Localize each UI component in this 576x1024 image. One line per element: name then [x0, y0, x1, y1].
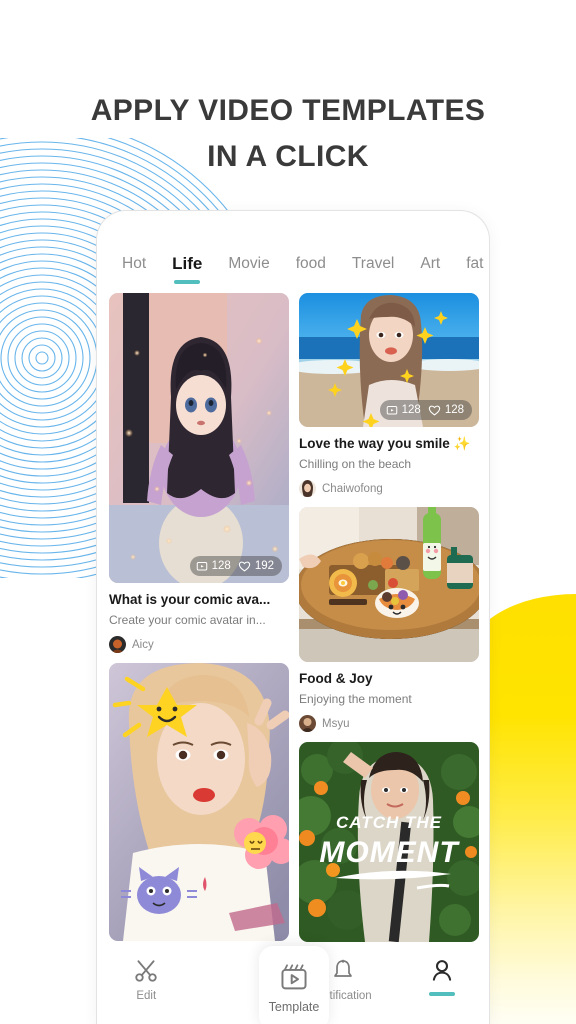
tab-fashion[interactable]: fat [453, 253, 489, 275]
feed-card-food[interactable]: Food & Joy Enjoying the moment Msyu [299, 507, 479, 732]
nav-label: Edit [136, 990, 157, 1002]
card-author[interactable]: Aicy [109, 636, 289, 653]
play-count-value: 128 [401, 404, 421, 416]
feed-card-comic-avatar[interactable]: 128 192 What is your comic ava... Create… [109, 293, 289, 653]
screenshot-root: APPLY VIDEO TEMPLATES IN A CLICK Hot Lif… [0, 0, 576, 1024]
page-title: APPLY VIDEO TEMPLATES IN A CLICK [0, 88, 576, 180]
card-thumbnail[interactable]: CATCH THE MOMENT [299, 742, 479, 942]
clapperboard-icon [281, 963, 307, 989]
card-author[interactable]: Msyu [299, 715, 479, 732]
like-count-value: 128 [444, 404, 464, 416]
like-count-value: 192 [254, 560, 274, 572]
nav-label: Template [268, 999, 320, 1014]
card-thumbnail[interactable]: 128 192 [109, 293, 289, 583]
svg-text:CATCH THE: CATCH THE [336, 813, 442, 832]
tab-label: Movie [228, 255, 270, 272]
svg-text:MOMENT: MOMENT [319, 836, 460, 869]
scissors-icon [135, 960, 157, 982]
tab-movie[interactable]: Movie [215, 253, 282, 275]
tab-label: Art [420, 255, 441, 272]
avatar-image [299, 715, 316, 732]
card-subtitle: Create your comic avatar in... [109, 613, 266, 627]
active-nav-indicator [428, 992, 455, 996]
headline-line-1: APPLY VIDEO TEMPLATES [90, 94, 486, 127]
heart-icon [428, 405, 441, 416]
avatar-image [299, 480, 316, 497]
tab-label: food [295, 255, 326, 272]
author-name: Msyu [322, 717, 350, 730]
card-title: What is your comic ava... [109, 592, 271, 607]
girl-with-star-sticker [109, 663, 289, 941]
bottom-navigation[interactable]: Edit Notification Template [97, 946, 489, 1024]
active-tab-indicator [174, 280, 201, 284]
like-count: 192 [238, 558, 274, 574]
like-count: 128 [428, 402, 464, 418]
card-title: Love the way you smile ✨ [299, 436, 471, 451]
anime-girl-illustration [109, 293, 289, 583]
tab-food[interactable]: food [283, 253, 339, 275]
korean-food-table [299, 507, 479, 662]
card-stats: 128 192 [189, 556, 282, 576]
avatar [299, 715, 316, 732]
tab-hot[interactable]: Hot [109, 253, 159, 275]
card-subtitle: Enjoying the moment [299, 692, 412, 706]
feed-card-girl-sticker[interactable] [109, 663, 289, 941]
clapperboard-icon [196, 562, 207, 571]
tab-label: Life [172, 254, 203, 273]
card-title: Food & Joy [299, 671, 373, 686]
template-feed[interactable]: 128 192 What is your comic ava... Create… [97, 293, 489, 953]
person-icon [432, 960, 451, 981]
avatar [299, 480, 316, 497]
tab-life[interactable]: Life [159, 253, 215, 284]
bell-icon [334, 959, 353, 977]
card-thumbnail[interactable] [299, 507, 479, 662]
tab-label: Hot [122, 255, 147, 272]
heart-icon [238, 561, 251, 572]
tab-travel[interactable]: Travel [339, 253, 408, 275]
feed-column-left: 128 192 What is your comic ava... Create… [109, 293, 289, 953]
author-name: Chaiwofong [322, 482, 383, 495]
author-name: Aicy [132, 638, 154, 651]
tab-art[interactable]: Art [407, 253, 453, 275]
feed-card-beach[interactable]: 128 128 Love the way you smile ✨ Chillin… [299, 293, 479, 497]
play-count: 128 [386, 402, 421, 418]
clapperboard-icon [386, 406, 397, 415]
card-subtitle: Chilling on the beach [299, 457, 412, 471]
card-thumbnail[interactable] [109, 663, 289, 941]
catch-the-moment-orange-grove: CATCH THE MOMENT [299, 742, 479, 942]
feed-card-catch-the-moment[interactable]: CATCH THE MOMENT [299, 742, 479, 942]
phone-mockup: Hot Life Movie food Travel Art fat 128 1… [96, 210, 490, 1024]
nav-item-template[interactable]: Template [259, 946, 329, 1024]
play-count: 128 [196, 558, 231, 574]
tab-label: Travel [351, 255, 395, 272]
headline-line-2: IN A CLICK [207, 140, 369, 173]
avatar-image [109, 636, 126, 653]
tab-label: fat [466, 255, 484, 272]
nav-item-profile[interactable] [405, 958, 479, 996]
feed-column-right: 128 128 Love the way you smile ✨ Chillin… [299, 293, 479, 953]
card-author[interactable]: Chaiwofong [299, 480, 479, 497]
avatar [109, 636, 126, 653]
card-thumbnail[interactable]: 128 128 [299, 293, 479, 427]
card-stats: 128 128 [379, 400, 472, 420]
play-count-value: 128 [211, 560, 231, 572]
nav-item-edit[interactable]: Edit [109, 958, 183, 1003]
